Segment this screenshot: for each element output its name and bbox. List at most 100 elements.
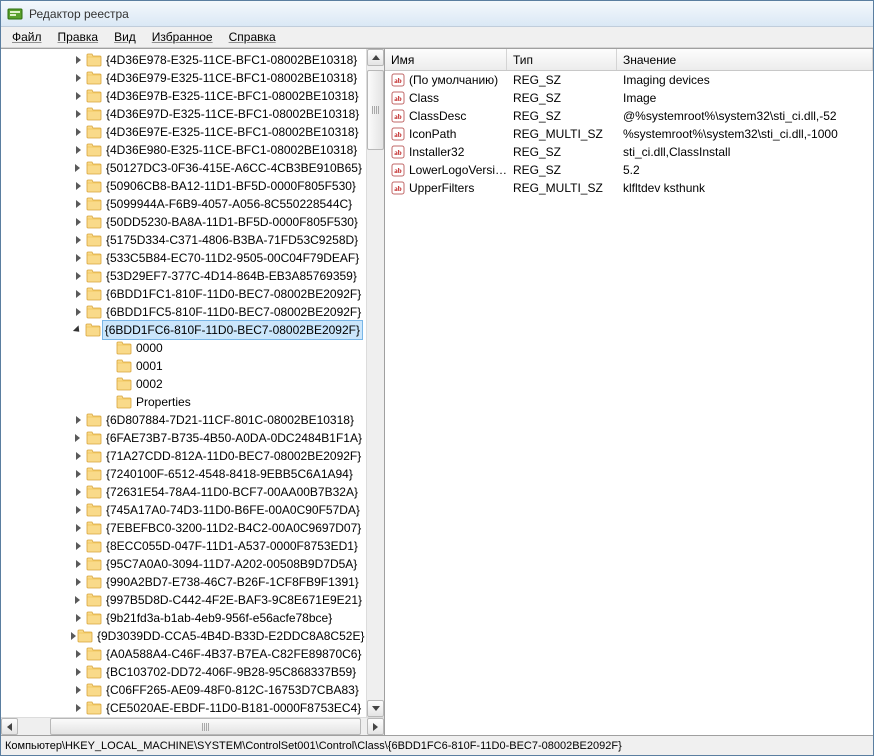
tree-row[interactable]: Properties (1, 393, 366, 411)
tree-row[interactable]: {50DD5230-BA8A-11D1-BF5D-0000F805F530} (1, 213, 366, 231)
menu-help[interactable]: Справка (222, 28, 283, 46)
scroll-up-button[interactable] (367, 49, 384, 66)
expand-icon[interactable] (71, 647, 85, 661)
menu-favorites[interactable]: Избранное (145, 28, 220, 46)
expand-icon[interactable] (71, 449, 85, 463)
tree-row[interactable]: {990A2BD7-E738-46C7-B26F-1CF8FB9F1391} (1, 573, 366, 591)
tree-row[interactable]: {6D807884-7D21-11CF-801C-08002BE10318} (1, 411, 366, 429)
tree-row[interactable]: {997B5D8D-C442-4F2E-BAF3-9C8E671E9E21} (1, 591, 366, 609)
expand-icon[interactable] (71, 575, 85, 589)
expand-icon[interactable] (71, 305, 85, 319)
expand-icon[interactable] (71, 233, 85, 247)
expand-icon[interactable] (71, 161, 85, 175)
tree-hscrollbar[interactable] (1, 717, 384, 735)
expand-icon[interactable] (71, 251, 85, 265)
tree-row[interactable]: {6FAE73B7-B735-4B50-A0DA-0DC2484B1F1A} (1, 429, 366, 447)
expand-icon[interactable] (71, 701, 85, 715)
tree-vscrollbar[interactable] (366, 49, 384, 717)
expand-icon[interactable] (71, 593, 85, 607)
scroll-left-button[interactable] (1, 718, 18, 735)
tree-row[interactable]: 0001 (1, 357, 366, 375)
tree-row[interactable]: {533C5B84-EC70-11D2-9505-00C04F79DEAF} (1, 249, 366, 267)
tree-row[interactable]: {72631E54-78A4-11D0-BCF7-00AA00B7B32A} (1, 483, 366, 501)
expand-icon[interactable] (71, 269, 85, 283)
expand-icon[interactable] (71, 89, 85, 103)
value-row[interactable]: abInstaller32REG_SZsti_ci.dll,ClassInsta… (385, 143, 873, 161)
tree-row[interactable]: {4D36E978-E325-11CE-BFC1-08002BE10318} (1, 51, 366, 69)
tree-row[interactable]: {6BDD1FC6-810F-11D0-BEC7-08002BE2092F} (1, 321, 366, 339)
expand-icon[interactable] (71, 215, 85, 229)
expand-icon[interactable] (71, 197, 85, 211)
tree-row[interactable]: {4D36E97D-E325-11CE-BFC1-08002BE10318} (1, 105, 366, 123)
expand-icon[interactable] (71, 413, 85, 427)
tree-row[interactable]: {A0A588A4-C46F-4B37-B7EA-C82FE89870C6} (1, 645, 366, 663)
value-name: LowerLogoVersi… (409, 163, 507, 177)
value-row[interactable]: abClassREG_SZImage (385, 89, 873, 107)
expand-icon[interactable] (71, 107, 85, 121)
tree-row[interactable]: {745A17A0-74D3-11D0-B6FE-00A0C90F57DA} (1, 501, 366, 519)
expand-icon[interactable] (71, 557, 85, 571)
folder-icon (86, 89, 102, 103)
expand-icon[interactable] (71, 629, 76, 643)
expand-icon[interactable] (71, 53, 85, 67)
menu-view[interactable]: Вид (107, 28, 143, 46)
scroll-thumb[interactable] (367, 70, 384, 150)
expand-icon[interactable] (71, 539, 85, 553)
expand-icon[interactable] (71, 71, 85, 85)
tree-row[interactable]: 0002 (1, 375, 366, 393)
col-header-name[interactable]: Имя (385, 49, 507, 70)
tree-row[interactable]: {9b21fd3a-b1ab-4eb9-956f-e56acfe78bce} (1, 609, 366, 627)
expand-icon[interactable] (71, 431, 85, 445)
tree-row[interactable]: {5175D334-C371-4806-B3BA-71FD53C9258D} (1, 231, 366, 249)
value-row[interactable]: ab(По умолчанию)REG_SZImaging devices (385, 71, 873, 89)
tree-row[interactable]: {53D29EF7-377C-4D14-864B-EB3A85769359} (1, 267, 366, 285)
folder-icon (86, 467, 102, 481)
tree-row[interactable]: {BC103702-DD72-406F-9B28-95C868337B59} (1, 663, 366, 681)
expand-icon[interactable] (71, 521, 85, 535)
expand-icon[interactable] (71, 665, 85, 679)
tree-row[interactable]: {7240100F-6512-4548-8418-9EBB5C6A1A94} (1, 465, 366, 483)
expand-icon[interactable] (71, 143, 85, 157)
col-header-type[interactable]: Тип (507, 49, 617, 70)
scroll-track-h[interactable] (18, 718, 367, 735)
scroll-track[interactable] (367, 66, 384, 700)
tree-row[interactable]: {7EBEFBC0-3200-11D2-B4C2-00A0C9697D07} (1, 519, 366, 537)
expand-icon[interactable] (71, 503, 85, 517)
expand-icon[interactable] (71, 125, 85, 139)
tree-row[interactable]: {9D3039DD-CCA5-4B4D-B33D-E2DDC8A8C52E} (1, 627, 366, 645)
tree-row[interactable]: {50127DC3-0F36-415E-A6CC-4CB3BE910B65} (1, 159, 366, 177)
expand-icon[interactable] (71, 611, 85, 625)
tree-row[interactable]: {6BDD1FC1-810F-11D0-BEC7-08002BE2092F} (1, 285, 366, 303)
scroll-thumb-h[interactable] (50, 718, 361, 735)
values-list[interactable]: ab(По умолчанию)REG_SZImaging devicesabC… (385, 71, 873, 735)
value-row[interactable]: abClassDescREG_SZ@%systemroot%\system32\… (385, 107, 873, 125)
tree-row[interactable]: 0000 (1, 339, 366, 357)
col-header-value[interactable]: Значение (617, 49, 873, 70)
tree-row[interactable]: {CE5020AE-EBDF-11D0-B181-0000F8753EC4} (1, 699, 366, 717)
menu-edit[interactable]: Правка (51, 28, 106, 46)
tree-row[interactable]: {6BDD1FC5-810F-11D0-BEC7-08002BE2092F} (1, 303, 366, 321)
menu-file[interactable]: Файл (5, 28, 49, 46)
collapse-icon[interactable] (71, 323, 84, 337)
registry-tree[interactable]: {4D36E978-E325-11CE-BFC1-08002BE10318}{4… (1, 49, 366, 717)
expand-icon[interactable] (71, 485, 85, 499)
expand-icon[interactable] (71, 179, 85, 193)
tree-row[interactable]: {4D36E97E-E325-11CE-BFC1-08002BE10318} (1, 123, 366, 141)
expand-icon[interactable] (71, 683, 85, 697)
scroll-down-button[interactable] (367, 700, 384, 717)
tree-row[interactable]: {4D36E97B-E325-11CE-BFC1-08002BE10318} (1, 87, 366, 105)
expand-icon[interactable] (71, 467, 85, 481)
value-row[interactable]: abUpperFiltersREG_MULTI_SZklfltdev ksthu… (385, 179, 873, 197)
value-row[interactable]: abIconPathREG_MULTI_SZ%systemroot%\syste… (385, 125, 873, 143)
value-row[interactable]: abLowerLogoVersi…REG_SZ5.2 (385, 161, 873, 179)
tree-row[interactable]: {71A27CDD-812A-11D0-BEC7-08002BE2092F} (1, 447, 366, 465)
scroll-right-button[interactable] (367, 718, 384, 735)
expand-icon[interactable] (71, 287, 85, 301)
tree-row[interactable]: {4D36E980-E325-11CE-BFC1-08002BE10318} (1, 141, 366, 159)
tree-row[interactable]: {8ECC055D-047F-11D1-A537-0000F8753ED1} (1, 537, 366, 555)
tree-row[interactable]: {C06FF265-AE09-48F0-812C-16753D7CBA83} (1, 681, 366, 699)
tree-row[interactable]: {4D36E979-E325-11CE-BFC1-08002BE10318} (1, 69, 366, 87)
tree-row[interactable]: {50906CB8-BA12-11D1-BF5D-0000F805F530} (1, 177, 366, 195)
tree-row[interactable]: {95C7A0A0-3094-11D7-A202-00508B9D7D5A} (1, 555, 366, 573)
tree-row[interactable]: {5099944A-F6B9-4057-A056-8C550228544C} (1, 195, 366, 213)
